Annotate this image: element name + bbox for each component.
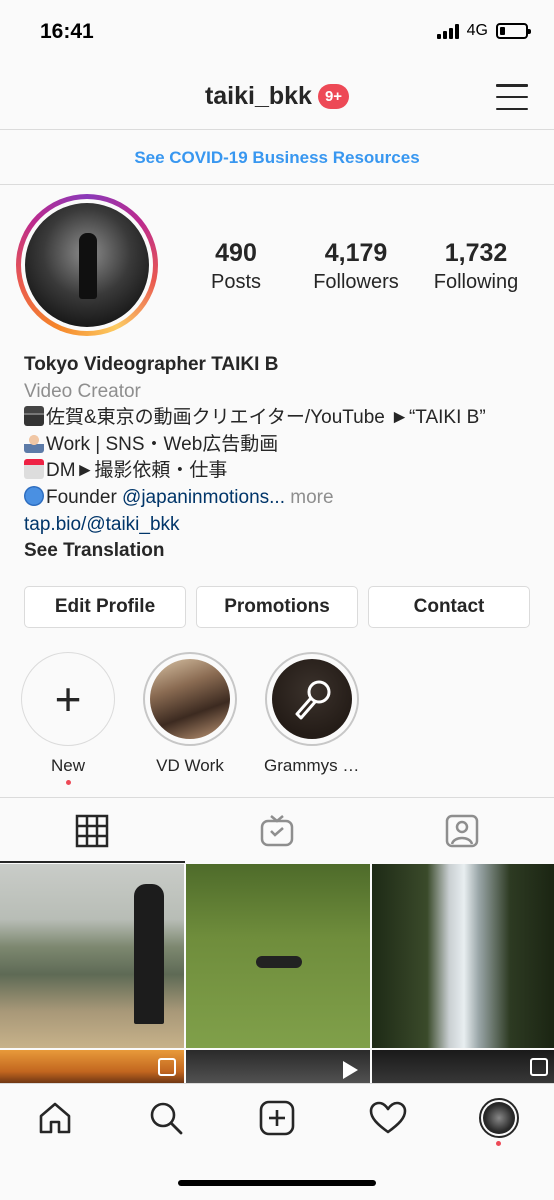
story-highlights: + New VD Work Grammys 2...: [20, 652, 360, 785]
home-icon: [40, 1102, 71, 1134]
status-time: 16:41: [40, 20, 94, 43]
bio-website-link[interactable]: tap.bio/@taiki_bkk: [24, 512, 544, 539]
bio-line-4: Founder @japaninmotions... more: [24, 485, 544, 512]
stat-following-label: Following: [433, 271, 519, 293]
highlight-label: Grammys 2...: [264, 756, 360, 775]
status-bar: 16:41 4G: [0, 0, 554, 66]
highlight-cover-image: [150, 659, 230, 739]
founder-mention-link[interactable]: @japaninmotions...: [122, 487, 285, 508]
stat-followers-label: Followers: [313, 271, 399, 293]
technologist-emoji-icon: [24, 432, 44, 453]
bottom-navigation: [0, 1083, 554, 1200]
stat-following-count: 1,732: [444, 239, 508, 267]
igtv-icon: [260, 814, 294, 846]
battery-icon: [496, 23, 531, 39]
search-icon: [150, 1102, 183, 1135]
edit-profile-button[interactable]: Edit Profile: [24, 586, 186, 628]
see-translation-link[interactable]: See Translation: [24, 538, 544, 565]
grid-icon: [76, 814, 109, 847]
microphone-highlight-cover: [272, 659, 352, 739]
profile-avatar-story-ring[interactable]: [16, 194, 158, 336]
activity-heart-icon: [369, 1101, 407, 1134]
tab-igtv[interactable]: [185, 798, 370, 863]
stat-posts-count: 490: [215, 239, 257, 267]
clapperboard-emoji-icon: [24, 406, 44, 427]
new-indicator-dot: [65, 780, 71, 785]
hamburger-menu-icon[interactable]: [496, 84, 528, 110]
tab-tagged[interactable]: [369, 798, 554, 863]
post-thumbnail[interactable]: [186, 864, 370, 1048]
microphone-icon: [295, 680, 331, 720]
stat-posts-label: Posts: [210, 271, 262, 293]
video-play-icon: [343, 1061, 358, 1079]
profile-notification-dot: [496, 1141, 502, 1146]
nav-home[interactable]: [0, 1084, 111, 1152]
bio-line-1: 佐賀&東京の動画クリエイター/YouTube ►“TAIKI B”: [24, 405, 544, 432]
contact-button[interactable]: Contact: [368, 586, 530, 628]
covid-resources-link[interactable]: See COVID-19 Business Resources: [134, 148, 419, 168]
tab-grid[interactable]: [0, 798, 185, 863]
nav-search[interactable]: [111, 1084, 222, 1152]
profile-actions: Edit Profile Promotions Contact: [24, 586, 530, 628]
highlight-new[interactable]: + New: [20, 652, 116, 785]
envelope-emoji-icon: [24, 459, 44, 480]
bio-more-link[interactable]: more: [285, 487, 333, 508]
carousel-icon: [158, 1058, 176, 1076]
profile-bio: Tokyo Videographer TAIKI B Video Creator…: [24, 352, 544, 565]
new-post-icon: [259, 1100, 295, 1136]
globe-emoji-icon: [24, 485, 44, 506]
username[interactable]: taiki_bkk: [205, 82, 312, 111]
stat-followers-count: 4,179: [324, 239, 388, 267]
network-type: 4G: [466, 22, 488, 39]
status-indicators: 4G: [436, 22, 531, 40]
nav-profile[interactable]: [443, 1084, 554, 1152]
profile-stats: 490 Posts 4,179 Followers 1,732 Followin…: [176, 238, 536, 296]
highlight-grammys[interactable]: Grammys 2...: [264, 652, 360, 785]
post-thumbnail[interactable]: [0, 864, 184, 1048]
account-category: Video Creator: [24, 380, 141, 402]
tagged-icon: [445, 814, 478, 847]
carousel-icon: [530, 1058, 548, 1076]
highlight-label: New: [50, 756, 85, 775]
post-thumbnail[interactable]: [372, 864, 554, 1048]
stat-following[interactable]: 1,732 Following: [416, 238, 536, 296]
new-highlight-button[interactable]: +: [21, 652, 115, 746]
profile-avatar[interactable]: [25, 203, 149, 327]
posts-grid: [0, 864, 554, 1086]
cellular-signal-icon: [436, 23, 459, 39]
battery-level: [500, 27, 505, 35]
bio-line-2: Work | SNS・Web広告動画: [24, 432, 544, 459]
post-thumbnail[interactable]: [0, 1050, 184, 1086]
highlight-vd-work[interactable]: VD Work: [142, 652, 238, 785]
profile-avatar[interactable]: [478, 1098, 519, 1138]
highlight-label: VD Work: [156, 756, 224, 775]
home-indicator[interactable]: [178, 1180, 376, 1186]
nav-new-post[interactable]: [222, 1084, 333, 1152]
bio-line-3: DM►撮影依頼・仕事: [24, 458, 544, 485]
plus-icon: +: [54, 673, 82, 725]
nav-activity[interactable]: [332, 1084, 443, 1152]
profile-content-tabs: [0, 797, 554, 863]
promotions-button[interactable]: Promotions: [196, 586, 358, 628]
display-name: Tokyo Videographer TAIKI B: [24, 354, 279, 375]
covid-banner[interactable]: See COVID-19 Business Resources: [0, 131, 554, 185]
post-thumbnail[interactable]: [372, 1050, 554, 1086]
post-thumbnail[interactable]: [186, 1050, 370, 1086]
notification-badge: 9+: [317, 84, 350, 109]
profile-header: taiki_bkk 9+: [0, 66, 554, 130]
stat-posts[interactable]: 490 Posts: [176, 238, 296, 296]
username-switcher[interactable]: taiki_bkk 9+: [0, 82, 554, 111]
stat-followers[interactable]: 4,179 Followers: [296, 238, 416, 296]
